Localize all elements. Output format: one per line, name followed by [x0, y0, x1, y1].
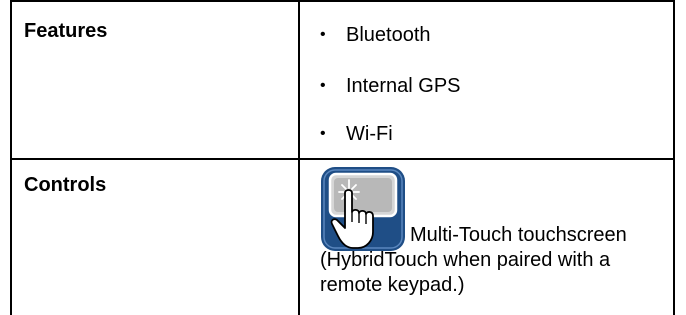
feature-wifi: Wi-Fi [346, 123, 393, 145]
controls-description: Multi-Touch touchscreen (HybridTouch whe… [320, 223, 665, 298]
spec-table: Features • Bluetooth • Internal GPS • Wi-Fi… [10, 0, 675, 315]
column-divider [298, 158, 300, 315]
bullet-icon: • [320, 26, 326, 43]
controls-row: Controls Multi-Touch touchscreen (Hybrid… [12, 158, 673, 315]
list-item: • Wi-Fi [320, 123, 393, 146]
list-item: • Internal GPS [320, 75, 461, 98]
bullet-icon: • [320, 125, 326, 142]
controls-description-text: Multi-Touch touchscreen (HybridTouch whe… [320, 224, 627, 296]
column-divider [298, 2, 300, 158]
features-row: Features • Bluetooth • Internal GPS • Wi-Fi [12, 0, 673, 160]
features-label: Features [24, 20, 108, 42]
bullet-icon: • [320, 77, 326, 94]
list-item: • Bluetooth [320, 24, 431, 47]
feature-internal-gps: Internal GPS [346, 75, 461, 97]
controls-label: Controls [24, 174, 107, 196]
feature-bluetooth: Bluetooth [346, 24, 431, 46]
